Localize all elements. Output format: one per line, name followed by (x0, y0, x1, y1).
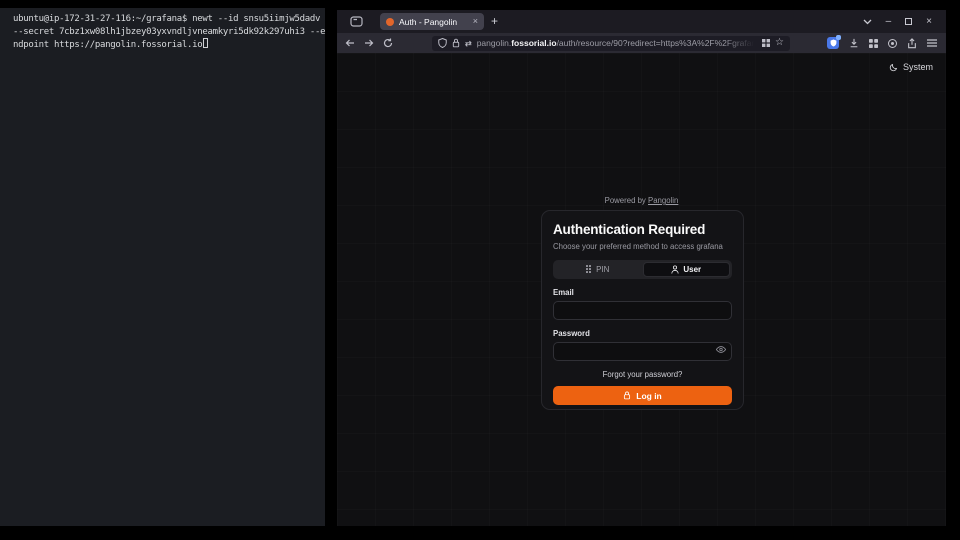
password-field[interactable] (553, 342, 732, 361)
window-close-button[interactable]: × (926, 17, 932, 27)
powered-by-text: Powered by (605, 196, 646, 205)
new-tab-button[interactable]: + (491, 14, 498, 28)
back-icon[interactable] (345, 39, 355, 47)
url-bar[interactable]: ⇄ pangolin.fossorial.io/auth/resource/90… (432, 36, 790, 51)
browser-window: Auth - Pangolin × + – × (337, 10, 946, 526)
browser-tab-bar: Auth - Pangolin × + – × (337, 10, 946, 33)
terminal-line: --secret 7cbz1xw08lh1jbzey03yxvndljvneam… (13, 26, 321, 39)
show-password-eye-icon[interactable] (716, 346, 726, 353)
email-label: Email (553, 288, 732, 297)
login-button[interactable]: Log in (553, 386, 732, 405)
browser-toolbar: ⇄ pangolin.fossorial.io/auth/resource/90… (337, 33, 946, 53)
pangolin-favicon-icon (386, 18, 394, 26)
pangolin-link[interactable]: Pangolin (648, 196, 678, 205)
page-action-grid-icon[interactable] (762, 39, 770, 47)
tracking-shield-icon[interactable] (438, 38, 447, 48)
share-upload-icon[interactable] (907, 38, 917, 49)
tab-pin-label: PIN (596, 265, 609, 274)
login-button-label: Log in (636, 391, 662, 401)
auth-card-title: Authentication Required (553, 222, 732, 237)
auth-card: Authentication Required Choose your pref… (541, 210, 744, 410)
auth-card-subtitle: Choose your preferred method to access g… (553, 242, 732, 251)
downloads-icon[interactable] (849, 38, 859, 48)
password-label: Password (553, 329, 732, 338)
url-path: /auth/resource/90?redirect=https%3A%2F%2… (557, 38, 757, 48)
list-tabs-chevron-icon[interactable] (863, 19, 872, 25)
browser-tab-auth-pangolin[interactable]: Auth - Pangolin × (380, 13, 484, 30)
terminal-line: ubuntu@ip-172-31-27-116:~/grafana$ newt … (13, 13, 321, 26)
terminal-cursor (203, 38, 208, 48)
password-wrap (553, 338, 732, 361)
login-lock-icon (623, 391, 631, 400)
permissions-swap-icon[interactable]: ⇄ (465, 39, 472, 48)
extensions-grid-icon[interactable] (869, 39, 878, 48)
theme-toggle[interactable]: System (889, 62, 933, 72)
hamburger-menu-icon[interactable] (927, 39, 937, 47)
terminal-line-text: ndpoint https://pangolin.fossorial.io (13, 40, 202, 50)
powered-by: Powered by Pangolin (337, 196, 946, 205)
window-maximize-button[interactable] (905, 18, 912, 25)
window-controls: – × (863, 17, 946, 27)
page-content: System Powered by Pangolin Authenticatio… (337, 53, 946, 526)
bookmark-star-icon[interactable]: ☆ (775, 38, 784, 48)
record-circle-extension-icon[interactable] (888, 39, 897, 48)
window-minimize-button[interactable]: – (886, 18, 892, 26)
user-icon (671, 265, 679, 274)
tab-user-label: User (683, 265, 701, 274)
theme-toggle-label: System (903, 62, 933, 72)
moon-icon (889, 63, 898, 72)
toolbar-extensions-area (827, 37, 938, 49)
firefox-view-icon[interactable] (350, 15, 363, 28)
url-text[interactable]: pangolin.fossorial.io/auth/resource/90?r… (477, 38, 757, 48)
email-field[interactable] (553, 301, 732, 320)
auth-method-tabs: PIN User (553, 260, 732, 279)
forward-icon[interactable] (364, 39, 374, 47)
url-domain: fossorial.io (511, 38, 556, 48)
tab-close-icon[interactable]: × (473, 17, 478, 26)
forgot-password-link[interactable]: Forgot your password? (553, 370, 732, 379)
tab-title: Auth - Pangolin (399, 17, 468, 27)
tab-pin[interactable]: PIN (555, 262, 641, 277)
terminal-line: ndpoint https://pangolin.fossorial.io (13, 38, 321, 52)
https-lock-icon[interactable] (452, 38, 460, 48)
terminal-window[interactable]: ubuntu@ip-172-31-27-116:~/grafana$ newt … (0, 8, 325, 526)
tab-user[interactable]: User (643, 262, 731, 277)
reload-icon[interactable] (383, 38, 393, 48)
keypad-icon (586, 265, 592, 274)
blue-shield-extension-icon[interactable] (827, 37, 839, 49)
url-subdomain: pangolin. (477, 38, 512, 48)
